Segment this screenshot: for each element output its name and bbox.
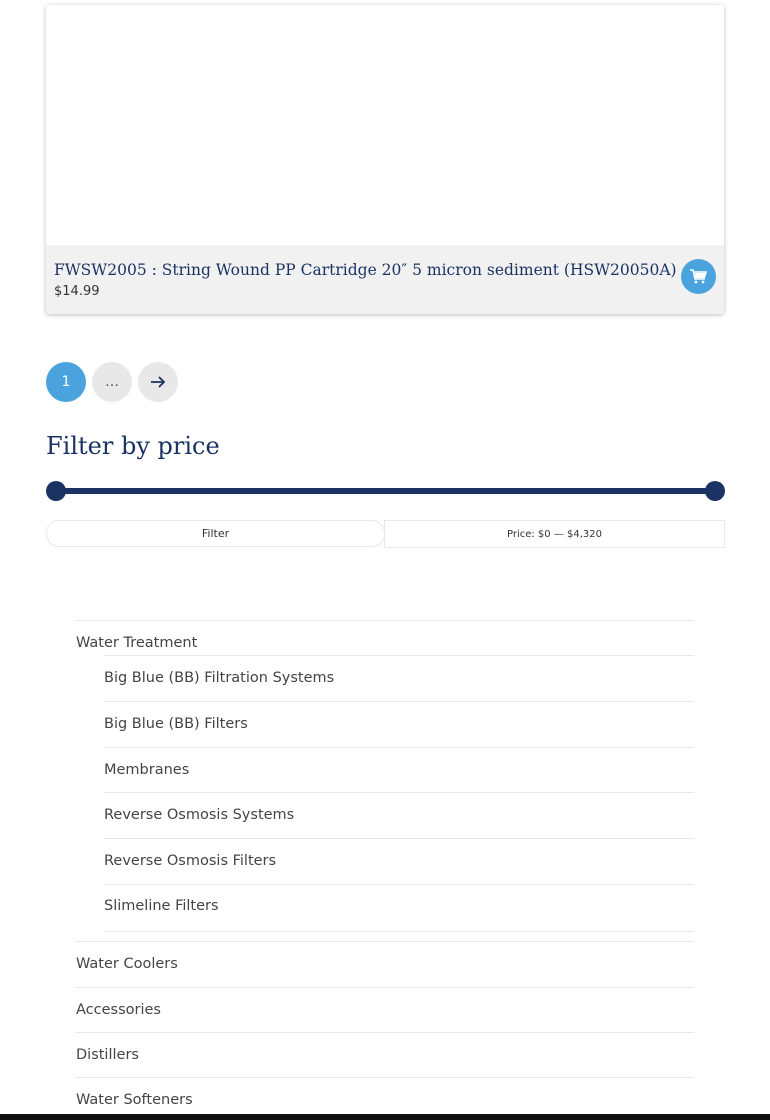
subcategory-label[interactable]: Big Blue (BB) Filtration Systems: [104, 670, 334, 686]
category-item[interactable]: Water Coolers: [76, 941, 694, 988]
category-label[interactable]: Water Coolers: [76, 956, 178, 972]
category-item[interactable]: Distillers: [76, 1032, 694, 1078]
subcategory-label[interactable]: Membranes: [104, 762, 189, 778]
category-item-water-treatment[interactable]: Water Treatment: [76, 620, 694, 656]
subcategory-item[interactable]: Reverse Osmosis Filters: [104, 838, 694, 885]
next-page-button[interactable]: [138, 362, 178, 402]
product-image[interactable]: [46, 5, 724, 245]
product-title[interactable]: FWSW2005 : String Wound PP Cartridge 20″…: [54, 261, 677, 279]
category-label[interactable]: Water Softeners: [76, 1092, 193, 1108]
category-item[interactable]: Water Softeners: [76, 1077, 694, 1118]
product-footer: FWSW2005 : String Wound PP Cartridge 20″…: [46, 245, 724, 314]
subcategory-item[interactable]: Slimeline Filters: [104, 884, 694, 932]
filter-button[interactable]: Filter: [46, 520, 385, 547]
product-price: $14.99: [54, 284, 100, 299]
subcategory-label[interactable]: Reverse Osmosis Systems: [104, 807, 294, 823]
category-label[interactable]: Water Treatment: [76, 635, 197, 651]
category-item[interactable]: Accessories: [76, 987, 694, 1033]
price-slider-min-handle[interactable]: [46, 481, 66, 501]
subcategory-item[interactable]: Big Blue (BB) Filters: [104, 701, 694, 748]
category-label[interactable]: Accessories: [76, 1002, 161, 1018]
price-slider-track[interactable]: [56, 488, 716, 494]
page-ellipsis: …: [92, 362, 132, 402]
bottom-bar: [0, 1114, 770, 1120]
price-range-label: Price: $0 — $4,320: [384, 520, 725, 548]
product-card[interactable]: FWSW2005 : String Wound PP Cartridge 20″…: [46, 5, 724, 314]
cart-icon: [690, 269, 707, 284]
subcategory-label[interactable]: Slimeline Filters: [104, 898, 219, 914]
category-label[interactable]: Distillers: [76, 1047, 139, 1063]
price-slider-max-handle[interactable]: [705, 481, 725, 501]
subcategory-label[interactable]: Big Blue (BB) Filters: [104, 716, 248, 732]
add-to-cart-button[interactable]: [681, 259, 716, 294]
filter-by-price-heading: Filter by price: [46, 432, 220, 460]
subcategory-item[interactable]: Big Blue (BB) Filtration Systems: [104, 655, 694, 702]
subcategory-item[interactable]: Membranes: [104, 747, 694, 793]
page-1-button[interactable]: 1: [46, 362, 86, 402]
arrow-right-icon: [151, 376, 166, 388]
subcategory-item[interactable]: Reverse Osmosis Systems: [104, 792, 694, 839]
subcategory-label[interactable]: Reverse Osmosis Filters: [104, 853, 276, 869]
